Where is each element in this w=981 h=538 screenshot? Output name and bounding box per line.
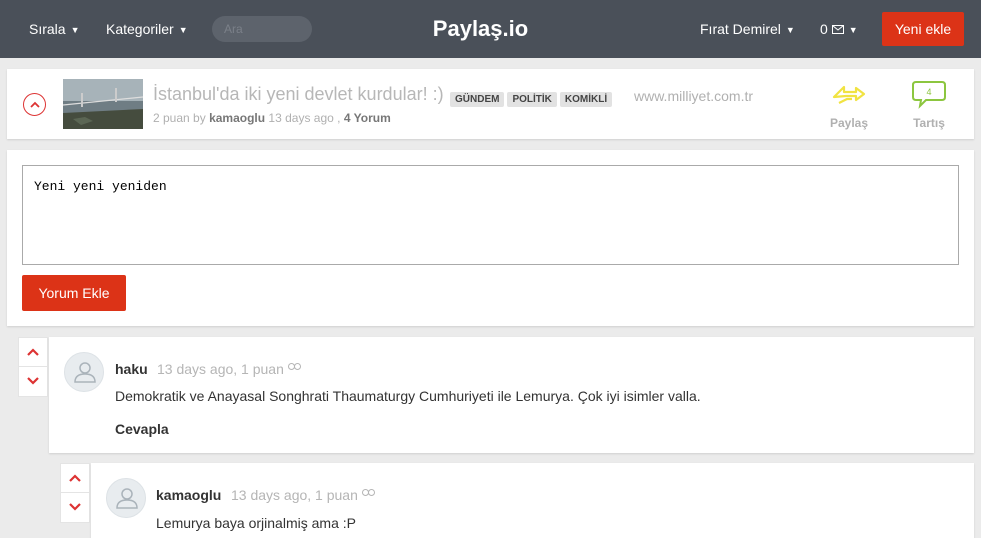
chevron-down-icon [69, 503, 81, 511]
comment-text: Lemurya baya orjinalmiş ama :P [156, 515, 356, 531]
comment-meta-text: 13 days ago, 1 puan [231, 487, 358, 503]
user-menu[interactable]: Fırat Demirel ▼ [700, 0, 795, 58]
comment-meta-text: 13 days ago, 1 puan [157, 361, 284, 377]
tag-politik[interactable]: POLİTİK [507, 92, 557, 107]
comment-text: Demokratik ve Anayasal Songhrati Thaumat… [115, 388, 701, 404]
post-author[interactable]: kamaoglu [209, 111, 265, 125]
post-title[interactable]: İstanbul'da iki yeni devlet kurdular! :) [153, 84, 444, 105]
comment-form: Yeni yeni yeniden Yorum Ekle [7, 150, 974, 326]
chevron-up-icon [27, 348, 39, 356]
categories-dropdown[interactable]: Kategoriler ▼ [106, 0, 188, 58]
top-navbar: Sırala ▼ Kategoriler ▼ Paylaş.io Fırat Dem… [0, 0, 981, 58]
speech-bubble-icon: 4 [912, 81, 946, 109]
user-icon [74, 362, 96, 383]
upvote-button[interactable] [23, 93, 46, 116]
post-time: 13 days ago , [268, 111, 341, 125]
caret-down-icon: ▼ [785, 25, 795, 35]
post-points: 2 puan by [153, 111, 206, 125]
discuss-button[interactable]: 4 Tartış [899, 79, 959, 130]
tag-gundem[interactable]: GÜNDEM [450, 92, 505, 107]
comment-upvote-button[interactable] [19, 338, 47, 367]
reply-button[interactable]: Cevapla [115, 421, 169, 437]
share-label: Paylaş [829, 116, 869, 130]
comment-vote-box [60, 463, 90, 523]
post-domain[interactable]: www.milliyet.com.tr [634, 88, 753, 104]
comment-upvote-button[interactable] [61, 464, 89, 493]
chevron-up-icon [69, 474, 81, 482]
comment-author[interactable]: kamaoglu [156, 487, 221, 503]
avatar[interactable] [64, 352, 104, 392]
caret-down-icon: ▼ [848, 25, 858, 35]
comment-meta: 13 days ago, 1 puan [231, 487, 375, 503]
envelope-icon [831, 25, 844, 34]
link-icon[interactable] [361, 489, 375, 496]
bridge-image [63, 79, 143, 129]
chevron-up-icon [30, 101, 40, 108]
post-thumbnail[interactable] [63, 79, 143, 129]
discuss-label: Tartış [913, 116, 945, 130]
comment-vote-box [18, 337, 48, 397]
post-tags: GÜNDEM POLİTİK KOMİKLİ [450, 89, 615, 107]
sort-dropdown[interactable]: Sırala ▼ [29, 0, 80, 58]
new-post-button[interactable]: Yeni ekle [882, 12, 964, 46]
comment-downvote-button[interactable] [61, 493, 89, 522]
brand-logo[interactable]: Paylaş.io [433, 16, 528, 41]
discuss-count: 4 [926, 87, 931, 97]
sort-label: Sırala [29, 21, 66, 37]
chevron-down-icon [27, 377, 39, 385]
categories-label: Kategoriler [106, 21, 174, 37]
caret-down-icon: ▼ [178, 25, 188, 35]
add-comment-button[interactable]: Yorum Ekle [22, 275, 126, 311]
search-input[interactable] [212, 16, 312, 42]
user-icon [116, 488, 138, 509]
comment-author[interactable]: haku [115, 361, 148, 377]
share-arrows-icon [832, 85, 866, 104]
comment-card: haku 13 days ago, 1 puan Demokratik ve A… [49, 337, 974, 453]
share-button[interactable]: Paylaş [819, 79, 879, 130]
comments-link[interactable]: 4 Yorum [344, 111, 391, 125]
messages-menu[interactable]: 0 ▼ [820, 0, 858, 58]
post-card: İstanbul'da iki yeni devlet kurdular! :)… [7, 69, 974, 139]
user-name: Fırat Demirel [700, 21, 781, 37]
post-meta: 2 puan by kamaoglu 13 days ago , 4 Yorum [153, 111, 391, 125]
messages-count: 0 [820, 21, 828, 37]
avatar[interactable] [106, 478, 146, 518]
tag-komikli[interactable]: KOMİKLİ [559, 92, 613, 107]
comment-card: kamaoglu 13 days ago, 1 puan Lemurya bay… [91, 463, 974, 538]
comment-textarea[interactable]: Yeni yeni yeniden [22, 165, 959, 265]
comment-meta: 13 days ago, 1 puan [157, 361, 301, 377]
caret-down-icon: ▼ [70, 25, 80, 35]
link-icon[interactable] [287, 363, 301, 370]
comment-downvote-button[interactable] [19, 367, 47, 396]
